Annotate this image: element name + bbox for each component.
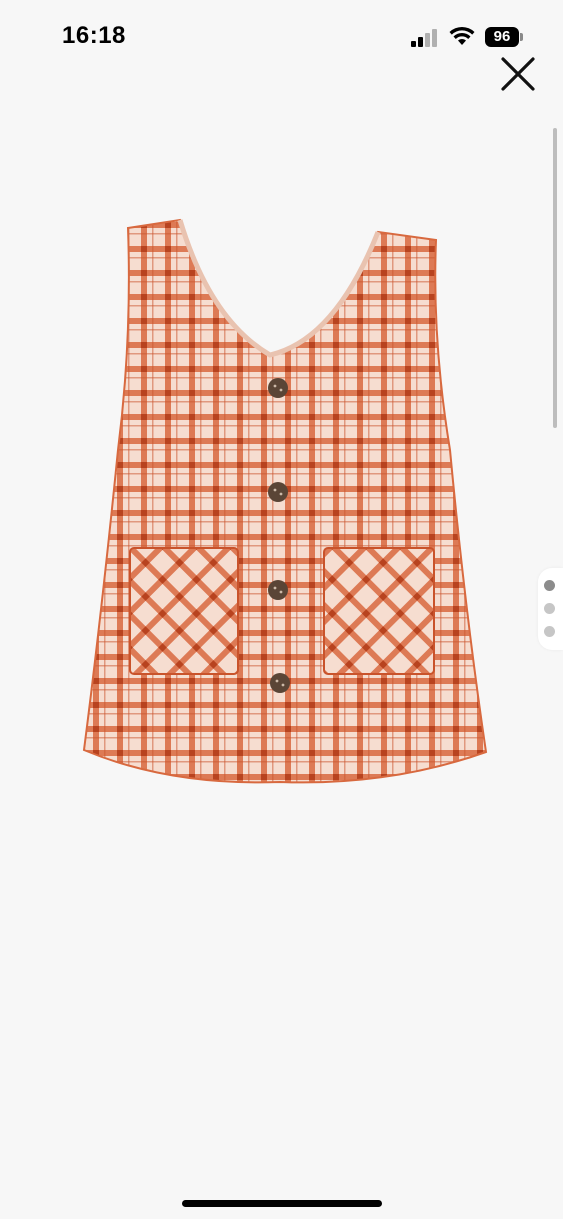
left-pocket: [129, 547, 239, 675]
status-bar: 16:18 96: [0, 0, 563, 60]
product-photo[interactable]: [60, 190, 510, 810]
battery-tip: [520, 33, 523, 41]
dress-body: [82, 218, 488, 784]
pager-dot-3[interactable]: [544, 626, 555, 637]
pager-dot-1[interactable]: [544, 580, 555, 591]
right-pocket: [323, 547, 435, 675]
pager-dot-2[interactable]: [544, 603, 555, 614]
scroll-indicator[interactable]: [553, 128, 557, 428]
battery-icon: 96: [485, 27, 523, 47]
signal-icon: [411, 29, 441, 47]
product-image-viewer: 16:18 96: [0, 0, 563, 1219]
close-button[interactable]: [498, 54, 538, 94]
close-icon: [501, 57, 535, 91]
image-pager: [538, 568, 563, 650]
wifi-icon: [449, 26, 475, 45]
status-time: 16:18: [62, 22, 126, 49]
battery-level: 96: [485, 27, 519, 47]
home-indicator[interactable]: [182, 1200, 382, 1207]
